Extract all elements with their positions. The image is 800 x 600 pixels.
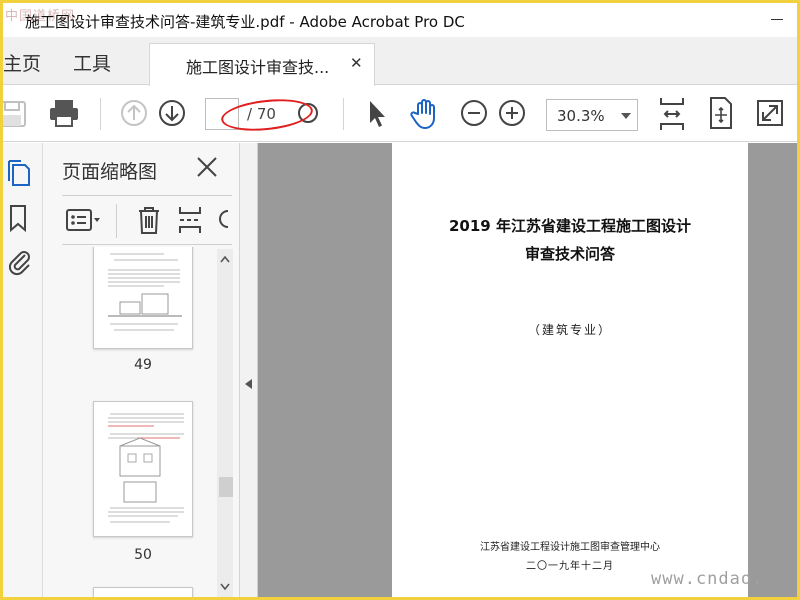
full-screen-icon[interactable]: [755, 98, 785, 128]
delete-icon[interactable]: [136, 205, 162, 235]
save-icon[interactable]: [3, 98, 29, 128]
thumbnail-list: 49 50: [43, 247, 219, 597]
select-arrow-icon[interactable]: [365, 98, 389, 130]
chevron-up-icon[interactable]: [220, 255, 230, 263]
zoom-in-icon[interactable]: [497, 98, 527, 128]
tab-home[interactable]: 主页: [3, 49, 41, 76]
zoom-out-icon[interactable]: [459, 98, 489, 128]
title-bar: 中国道桥网 施工图设计审查技术问答-建筑专业.pdf - Adobe Acrob…: [3, 3, 797, 37]
page-thumbnail[interactable]: [93, 247, 193, 349]
collapse-panel-handle[interactable]: [240, 143, 258, 597]
chevron-down-icon: [621, 113, 631, 119]
tab-close-button[interactable]: ✕: [350, 54, 363, 72]
document-organization: 江苏省建设工程设计施工图审查管理中心: [480, 542, 660, 553]
document-subtitle: （建筑专业）: [527, 323, 612, 337]
thumbnail-content: [108, 413, 184, 523]
close-icon[interactable]: [195, 155, 219, 179]
thumbnail-content: [108, 253, 182, 331]
toolbar-separator: [343, 98, 344, 130]
tab-document-label: 施工图设计审查技...: [186, 58, 330, 77]
site-watermark: www.cndao.: [651, 569, 764, 589]
previous-page-icon[interactable]: [119, 98, 149, 128]
toolbar: / 70 30.3%: [3, 86, 797, 142]
attachments-icon[interactable]: [7, 247, 33, 277]
page-thumbnail[interactable]: [93, 587, 193, 597]
panel-separator: [116, 204, 117, 238]
tab-document[interactable]: 施工图设计审查技... ✕: [149, 43, 375, 86]
minimize-icon: [771, 19, 783, 20]
thumbnail-page-number: 50: [134, 547, 152, 563]
zoom-select[interactable]: 30.3%: [546, 99, 638, 131]
page-display-icon[interactable]: [707, 96, 735, 130]
thumbnail-page-number: 49: [134, 357, 152, 373]
tab-bar: 主页 工具 施工图设计审查技... ✕: [3, 37, 797, 86]
document-title-line2: 审查技术问答: [524, 245, 615, 263]
panel-toolbar: [62, 195, 232, 245]
minimize-button[interactable]: [763, 7, 793, 31]
document-view[interactable]: 2019 年江苏省建设工程施工图设计 审查技术问答 （建筑专业） 江苏省建设工程…: [240, 143, 797, 597]
page-thumbnails-panel: 页面缩略图 49 50: [43, 143, 240, 597]
rotate-icon[interactable]: [218, 207, 232, 233]
tab-tools[interactable]: 工具: [73, 49, 111, 76]
panel-title: 页面缩略图: [62, 161, 158, 183]
scrollbar-thumb[interactable]: [219, 477, 233, 497]
thumbnail-scrollbar[interactable]: [217, 249, 233, 597]
document-title-line1: 2019 年江苏省建设工程施工图设计: [449, 217, 691, 235]
pdf-page: 2019 年江苏省建设工程施工图设计 审查技术问答 （建筑专业） 江苏省建设工程…: [392, 143, 748, 597]
chevron-left-icon: [245, 379, 252, 389]
options-menu-icon[interactable]: [66, 208, 102, 234]
next-page-icon[interactable]: [157, 98, 187, 128]
fit-page-icon[interactable]: [657, 96, 687, 132]
page-thumbnails-icon[interactable]: [7, 157, 33, 187]
print-icon[interactable]: [48, 98, 80, 128]
chevron-down-icon[interactable]: [220, 583, 230, 591]
toolbar-separator: [100, 98, 101, 130]
insert-page-icon[interactable]: [176, 205, 204, 235]
hand-tool-icon[interactable]: [409, 98, 441, 130]
page-thumbnail[interactable]: [93, 401, 193, 537]
window-title: 施工图设计审查技术问答-建筑专业.pdf - Adobe Acrobat Pro…: [25, 13, 465, 31]
bookmarks-icon[interactable]: [7, 203, 33, 233]
zoom-value: 30.3%: [557, 107, 605, 125]
navigation-rail: [3, 143, 43, 597]
acrobat-window: 中国道桥网 施工图设计审查技术问答-建筑专业.pdf - Adobe Acrob…: [3, 3, 797, 597]
